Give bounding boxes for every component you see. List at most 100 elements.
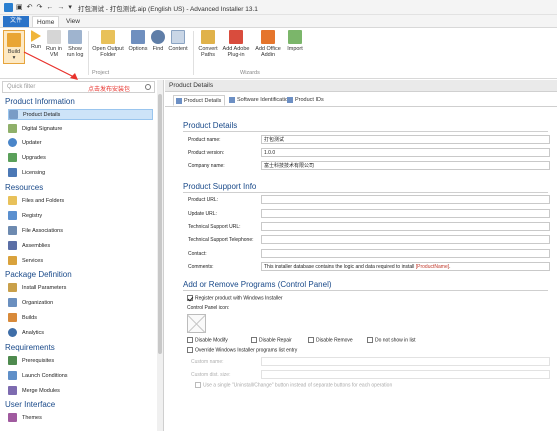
search-icon[interactable] — [145, 84, 151, 90]
checkbox-checked[interactable] — [187, 295, 193, 301]
nav-item-prerequisites[interactable]: Prerequisites — [8, 356, 153, 367]
comments-label: Comments: — [188, 264, 214, 270]
control-panel-icon-label: Control Panel icon: — [187, 305, 230, 311]
build-icon — [7, 33, 21, 47]
product-version-field[interactable]: 1.0.0 — [261, 148, 550, 157]
add-adobe-plugin-button[interactable]: Add Adobe Plug-in — [221, 30, 251, 58]
builds-icon — [8, 313, 17, 323]
tab-file[interactable]: 文件 — [3, 16, 29, 27]
group-wizards-label: Wizards — [240, 70, 260, 76]
scrollbar-thumb[interactable] — [158, 94, 162, 354]
nav-item-product-details[interactable]: Product Details — [8, 109, 153, 120]
ribbon: Build ▾ Run Run in VM Show run log Open … — [0, 27, 557, 79]
product-url-field[interactable] — [261, 195, 550, 204]
assemblies-icon — [8, 241, 17, 251]
nav-item-files-and-folders[interactable]: Files and Folders — [8, 196, 153, 207]
contact-field[interactable] — [261, 249, 550, 258]
section-heading-support-info: Product Support Info — [183, 182, 257, 191]
open-output-folder-button[interactable]: Open Output Folder — [91, 30, 125, 58]
checkbox[interactable] — [367, 337, 373, 343]
contact-label: Contact: — [188, 251, 207, 257]
annotation-arrow — [23, 51, 78, 80]
nav-item-upgrades[interactable]: Upgrades — [8, 153, 153, 164]
nav-item-install-parameters[interactable]: Install Parameters — [8, 283, 153, 294]
run-button[interactable]: Run — [29, 30, 43, 50]
content-label: Content — [168, 46, 188, 52]
tab-home[interactable]: Home — [32, 16, 60, 27]
section-requirements: Requirements — [5, 343, 55, 352]
customize-icon[interactable]: ▾ — [68, 3, 72, 11]
nav-item-digital-signature[interactable]: Digital Signature — [8, 124, 153, 135]
options-label: Options — [128, 46, 148, 52]
nav-item-builds[interactable]: Builds — [8, 313, 153, 324]
software-id-tab-icon — [229, 96, 235, 103]
nav-item-file-associations[interactable]: File Associations — [8, 226, 153, 237]
tech-support-url-field[interactable] — [261, 222, 550, 231]
single-button-checkbox[interactable]: Use a single "Uninstall/Change" button i… — [195, 382, 392, 388]
options-button[interactable]: Options — [127, 30, 149, 52]
find-button[interactable]: Find — [151, 30, 165, 52]
add-office-addin-button[interactable]: Add Office Addin — [253, 30, 283, 58]
comments-text: This installer database contains the log… — [264, 264, 416, 270]
nav-item-launch-conditions[interactable]: Launch Conditions — [8, 371, 153, 382]
nav-item-merge-modules[interactable]: Merge Modules — [8, 386, 153, 397]
nav-item-assemblies[interactable]: Assemblies — [8, 241, 153, 252]
checkbox[interactable] — [187, 337, 193, 343]
title-bar: ▣ ↶ ↷ ← → ▾ 打包测试 - 打包测试.aip (English US)… — [0, 0, 557, 15]
checkbox[interactable] — [187, 347, 193, 353]
import-button[interactable]: Import — [285, 30, 305, 52]
comments-field[interactable]: This installer database contains the log… — [261, 262, 550, 271]
tab-product-details[interactable]: Product Details — [173, 95, 226, 106]
do-not-show-checkbox[interactable]: Do not show in list — [367, 337, 416, 343]
nav-item-registry[interactable]: Registry — [8, 211, 153, 222]
control-panel-icon-placeholder[interactable] — [187, 314, 206, 333]
tech-support-phone-field[interactable] — [261, 235, 550, 244]
register-product-checkbox[interactable]: Register product with Windows Installer — [187, 295, 283, 301]
back-icon[interactable]: ← — [46, 4, 53, 11]
section-package-definition: Package Definition — [5, 270, 72, 279]
custom-dist-size-field[interactable] — [261, 370, 550, 379]
section-resources: Resources — [5, 183, 44, 192]
override-checkbox[interactable]: Override Windows Installer programs list… — [187, 347, 297, 353]
company-name-field[interactable]: 富士科技技术有限公司 — [261, 161, 550, 170]
disable-remove-checkbox[interactable]: Disable Remove — [308, 337, 353, 343]
options-icon — [131, 30, 145, 44]
checkbox[interactable] — [308, 337, 314, 343]
nav-item-label: File Associations — [22, 228, 63, 234]
signature-icon — [8, 124, 17, 134]
single-button-label: Use a single "Uninstall/Change" button i… — [203, 382, 393, 389]
nav-item-themes[interactable]: Themes — [8, 413, 153, 424]
forward-icon[interactable]: → — [57, 4, 64, 11]
nav-item-label: Upgrades — [22, 155, 46, 161]
nav-item-services[interactable]: Services — [8, 256, 153, 267]
checkbox[interactable] — [251, 337, 257, 343]
nav-item-analytics[interactable]: Analytics — [8, 328, 153, 339]
disable-repair-checkbox[interactable]: Disable Repair — [251, 337, 292, 343]
custom-dist-size-label: Custom dist. size: — [191, 372, 231, 378]
licensing-icon — [8, 168, 17, 178]
redo-icon[interactable]: ↷ — [37, 3, 43, 11]
disable-modify-checkbox[interactable]: Disable Modify — [187, 337, 228, 343]
tab-view[interactable]: View — [62, 16, 84, 27]
convert-paths-button[interactable]: Convert Paths — [197, 30, 219, 58]
content-button[interactable]: Content — [167, 30, 189, 52]
custom-name-field[interactable] — [261, 357, 550, 366]
divider — [183, 290, 548, 291]
app-logo-icon — [4, 3, 13, 12]
binoculars-icon — [151, 30, 165, 44]
product-name-field[interactable]: 打包测试 — [261, 135, 550, 144]
update-url-field[interactable] — [261, 209, 550, 218]
undo-icon[interactable]: ↶ — [27, 3, 33, 11]
left-scrollbar[interactable] — [157, 80, 163, 431]
nav-item-updater[interactable]: Updater — [8, 138, 153, 149]
nav-item-licensing[interactable]: Licensing — [8, 168, 153, 179]
open-output-folder-label: Open Output Folder — [92, 46, 124, 58]
update-url-label: Update URL: — [188, 211, 217, 217]
nav-item-label: Digital Signature — [22, 126, 63, 132]
checkbox[interactable] — [195, 382, 201, 388]
tab-product-ids[interactable]: Product IDs — [285, 95, 327, 106]
save-icon[interactable]: ▣ — [16, 3, 23, 11]
log-icon — [68, 30, 82, 44]
nav-item-organization[interactable]: Organization — [8, 298, 153, 309]
nav-item-label: Files and Folders — [22, 198, 65, 204]
